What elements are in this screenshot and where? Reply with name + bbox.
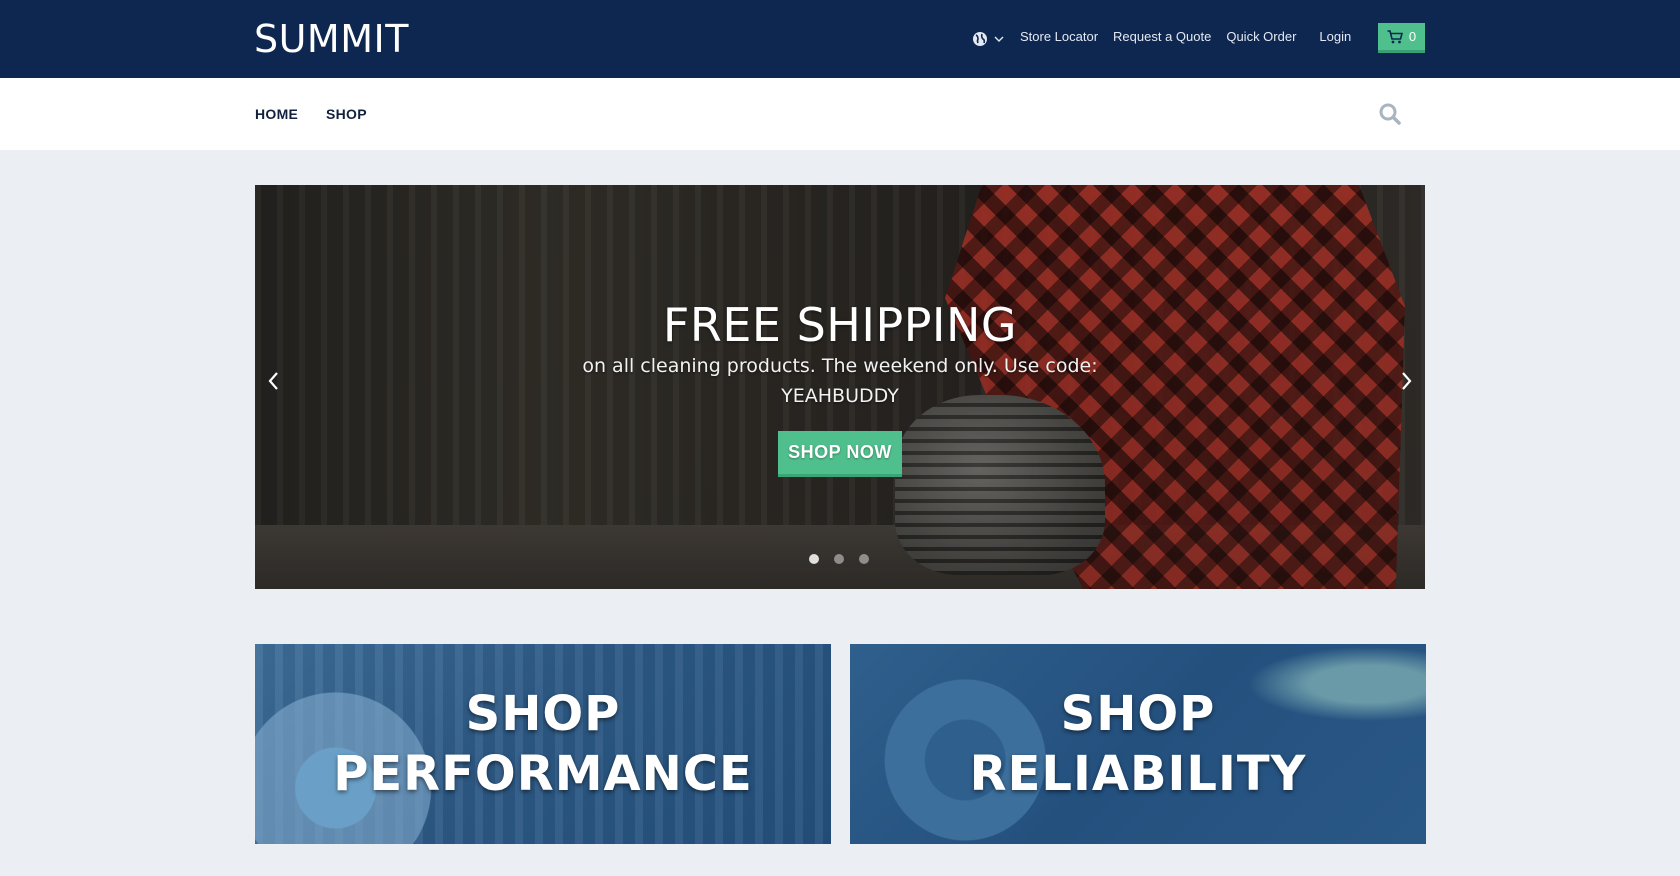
main-nav: HOME SHOP: [0, 78, 1680, 150]
promo-line2: RELIABILITY: [969, 746, 1307, 802]
store-locator-link[interactable]: Store Locator: [1020, 29, 1098, 44]
carousel-dot-1[interactable]: [809, 554, 819, 564]
request-quote-link[interactable]: Request a Quote: [1113, 29, 1211, 44]
nav-home[interactable]: HOME: [255, 106, 298, 122]
carousel-prev-button[interactable]: [264, 369, 284, 393]
globe-icon: [973, 32, 987, 46]
shop-reliability-banner[interactable]: SHOP RELIABILITY: [850, 644, 1426, 844]
utility-links: Store Locator Request a Quote Quick Orde…: [1020, 29, 1366, 44]
promo-line1: SHOP: [465, 686, 621, 742]
language-selector[interactable]: [972, 28, 1008, 50]
shop-reliability-text: SHOP RELIABILITY: [850, 684, 1426, 804]
carousel-indicators: [809, 554, 869, 564]
shop-performance-text: SHOP PERFORMANCE: [255, 684, 831, 804]
hero-subtitle: on all cleaning products. The weekend on…: [582, 355, 1098, 407]
cart-count: 0: [1408, 29, 1417, 44]
nav-shop[interactable]: SHOP: [326, 106, 367, 122]
chevron-down-icon: [994, 36, 1004, 42]
cart-icon: [1387, 29, 1403, 43]
shop-now-button[interactable]: SHOP NOW: [778, 431, 902, 477]
carousel-next-button[interactable]: [1396, 369, 1416, 393]
hero-title: FREE SHIPPING: [662, 298, 1018, 352]
site-logo[interactable]: SUMMIT: [254, 17, 409, 61]
cart-button[interactable]: 0: [1378, 23, 1425, 53]
quick-order-link[interactable]: Quick Order: [1226, 29, 1296, 44]
search-button[interactable]: [1378, 102, 1402, 126]
promo-line1: SHOP: [1060, 686, 1216, 742]
login-link[interactable]: Login: [1319, 29, 1351, 44]
promo-line2: PERFORMANCE: [333, 746, 753, 802]
shop-performance-banner[interactable]: SHOP PERFORMANCE: [255, 644, 831, 844]
chevron-right-icon: [1402, 372, 1412, 390]
chevron-left-icon: [268, 372, 278, 390]
search-icon: [1379, 103, 1401, 125]
carousel-dot-2[interactable]: [834, 554, 844, 564]
hero-carousel: FREE SHIPPING on all cleaning products. …: [255, 185, 1425, 589]
top-header: SUMMIT Store Locator Request a Quote Qui…: [0, 0, 1680, 78]
carousel-dot-3[interactable]: [859, 554, 869, 564]
